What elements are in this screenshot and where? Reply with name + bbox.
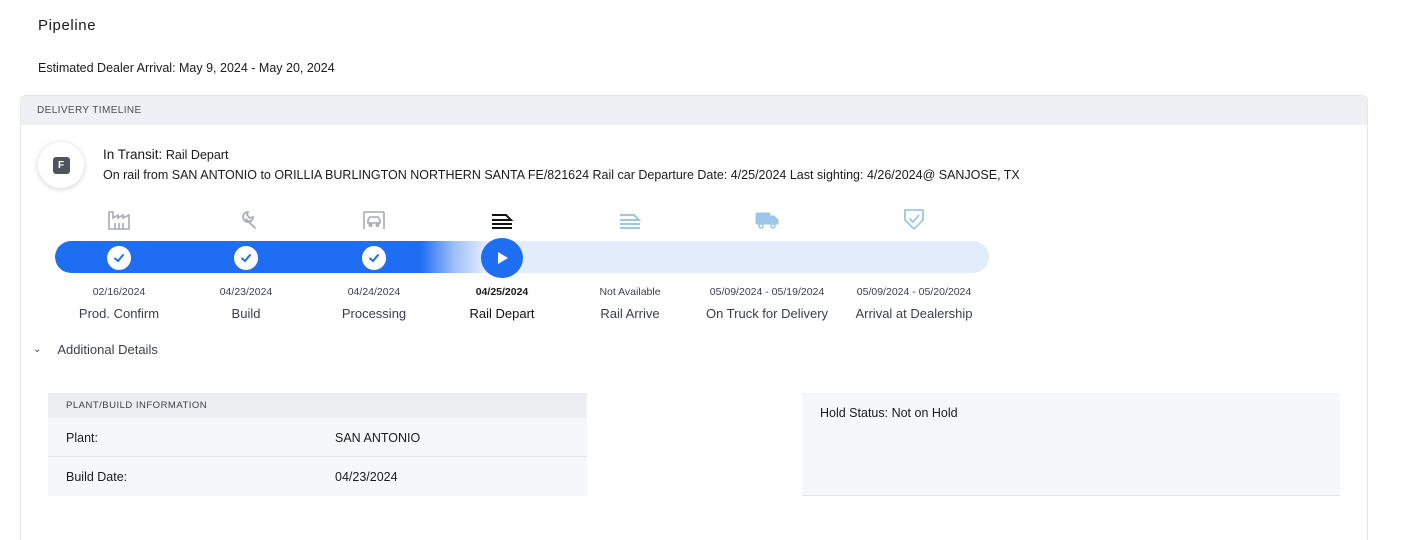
- build-date-label: Build Date:: [66, 470, 128, 484]
- wrench-icon: [242, 211, 256, 229]
- stage-name-rail-depart: Rail Depart: [469, 306, 535, 321]
- check-icon: [241, 254, 251, 263]
- play-icon: [498, 252, 508, 264]
- train-arrive-icon: [620, 214, 642, 229]
- stage-complete-marker: [234, 246, 258, 270]
- shield-check-icon: [904, 209, 924, 231]
- plant-build-header: PLANT/BUILD INFORMATION: [48, 393, 587, 418]
- stage-date-build: 04/23/2024: [219, 286, 273, 298]
- brand-avatar: F: [38, 142, 84, 188]
- check-icon: [114, 254, 124, 263]
- status-value: Rail Depart: [165, 148, 229, 162]
- plant-build-panel: PLANT/BUILD INFORMATION Plant: SAN ANTON…: [48, 393, 587, 496]
- brand-badge: F: [52, 156, 70, 174]
- table-row: Plant: SAN ANTONIO: [48, 418, 587, 457]
- stage-complete-marker: [362, 246, 386, 270]
- hold-status: Hold Status: Not on Hold: [820, 406, 958, 420]
- stage-name-prod-confirm: Prod. Confirm: [78, 306, 160, 321]
- stage-date-prod-confirm: 02/16/2024: [92, 286, 146, 298]
- check-icon: [369, 254, 379, 263]
- plant-label: Plant:: [66, 431, 98, 445]
- delivery-timeline-card: DELIVERY TIMELINE F In Transit: Rail Dep…: [20, 95, 1368, 540]
- train-icon: [492, 214, 514, 229]
- stage-name-arrival: Arrival at Dealership: [855, 306, 973, 321]
- stage-name-build: Build: [231, 306, 261, 321]
- stage-date-rail-arrive: Not Available: [599, 286, 661, 298]
- hold-status-panel: Hold Status: Not on Hold: [802, 393, 1340, 496]
- stage-complete-marker: [107, 246, 131, 270]
- stage-date-rail-depart: 04/25/2024: [475, 286, 529, 298]
- current-stage-marker: [481, 238, 523, 278]
- estimated-dealer-arrival: Estimated Dealer Arrival: May 9, 2024 - …: [38, 61, 335, 75]
- transit-status: In Transit: Rail Depart: [103, 147, 228, 162]
- page-title: Pipeline: [38, 17, 97, 34]
- additional-details-toggle[interactable]: ⌄ Additional Details: [33, 342, 158, 357]
- stage-date-arrival: 05/09/2024 - 05/20/2024: [856, 286, 972, 298]
- additional-details-label: Additional Details: [57, 342, 158, 357]
- delivery-timeline-header: DELIVERY TIMELINE: [21, 96, 1367, 125]
- plant-value: SAN ANTONIO: [335, 431, 421, 445]
- stage-name-rail-arrive: Rail Arrive: [600, 306, 660, 321]
- stage-name-processing: Processing: [341, 306, 407, 321]
- stage-name-on-truck: On Truck for Delivery: [705, 306, 829, 321]
- build-date-value: 04/23/2024: [335, 470, 398, 484]
- stage-date-processing: 04/24/2024: [347, 286, 401, 298]
- truck-icon: [755, 212, 779, 229]
- vehicle-lot-icon: [363, 211, 385, 229]
- status-label: In Transit:: [103, 147, 163, 162]
- factory-icon: [108, 211, 130, 230]
- chevron-down-icon: ⌄: [33, 344, 42, 355]
- stage-date-on-truck: 05/09/2024 - 05/19/2024: [709, 286, 825, 298]
- status-detail: On rail from SAN ANTONIO to ORILLIA BURL…: [103, 168, 1020, 182]
- table-row: Build Date: 04/23/2024: [48, 457, 587, 496]
